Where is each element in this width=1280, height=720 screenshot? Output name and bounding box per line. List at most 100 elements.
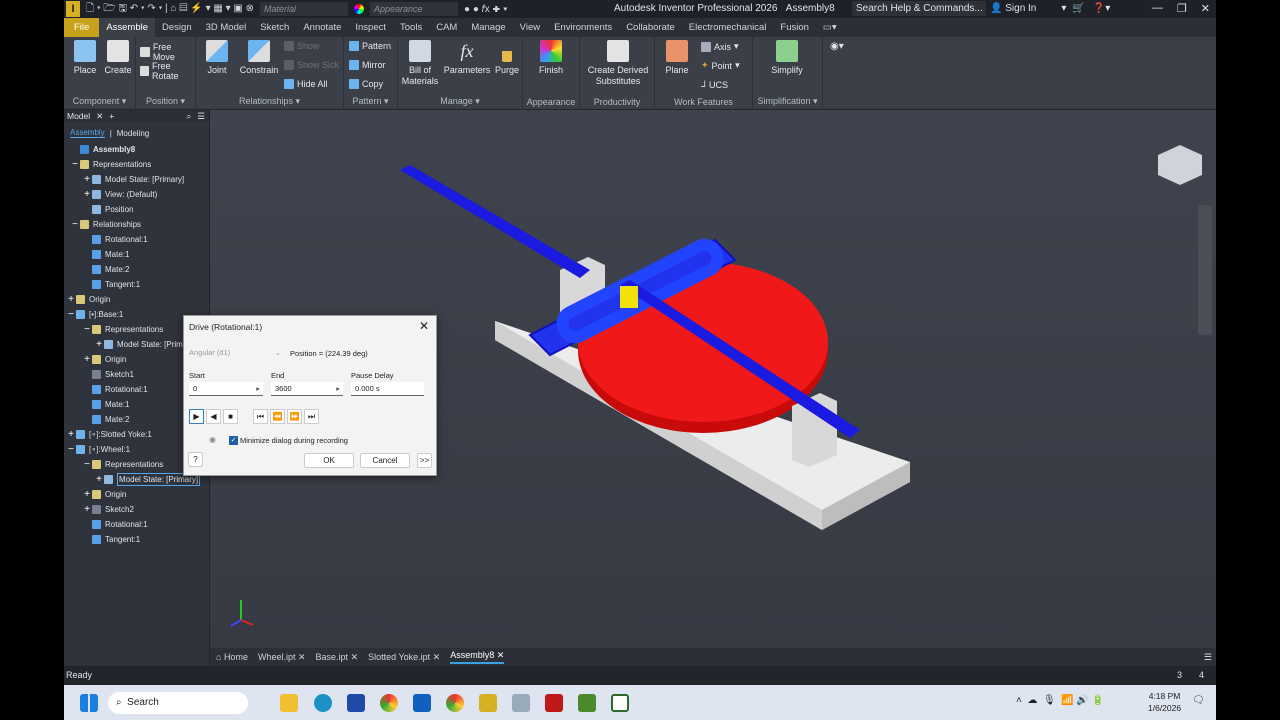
tab-sketch[interactable]: Sketch bbox=[253, 18, 296, 37]
tab-environments[interactable]: Environments bbox=[547, 18, 619, 37]
plane-button[interactable]: Plane bbox=[659, 40, 695, 76]
tree-node[interactable]: + View: (Default) bbox=[64, 187, 209, 202]
pause-delay-input[interactable]: 0.000 s bbox=[351, 382, 424, 396]
tree-node[interactable]: Position bbox=[64, 202, 209, 217]
stop-button[interactable]: ■ bbox=[223, 409, 238, 424]
doc-tab-base[interactable]: Base.ipt ✕ bbox=[316, 652, 359, 663]
record-icon[interactable]: ◉ bbox=[209, 435, 216, 444]
hide-all-button[interactable]: Hide All bbox=[284, 79, 328, 89]
show-button[interactable]: Show bbox=[284, 41, 320, 51]
ribbon-options-icon[interactable]: ◉▾ bbox=[830, 41, 844, 52]
tabs-menu-icon[interactable]: ☰ bbox=[1204, 652, 1212, 663]
expand-toggle[interactable]: − bbox=[66, 442, 76, 457]
system-tray-icons[interactable]: ˄ ☁ 🎙 📶 🔊 🔋 bbox=[1016, 695, 1104, 706]
tab-electromechanical[interactable]: Electromechanical bbox=[682, 18, 774, 37]
camtasia-recorder-icon[interactable] bbox=[611, 694, 629, 712]
mode-assembly[interactable]: Assembly bbox=[70, 128, 105, 138]
expand-toggle[interactable]: + bbox=[82, 502, 92, 517]
close-tab-icon[interactable]: ✕ bbox=[96, 111, 103, 122]
go-to-start-button[interactable]: ⏮ bbox=[253, 409, 268, 424]
create-button[interactable]: Create bbox=[102, 40, 134, 76]
restore-icon[interactable]: ❐ bbox=[1177, 2, 1187, 15]
tab-inspect[interactable]: Inspect bbox=[348, 18, 393, 37]
camtasia-icon[interactable] bbox=[578, 694, 596, 712]
tree-node[interactable]: Assembly8 bbox=[64, 142, 209, 157]
finish-button[interactable]: Finish bbox=[533, 40, 569, 76]
navigation-bar[interactable] bbox=[1198, 205, 1212, 335]
tree-node[interactable]: Rotational:1 bbox=[64, 232, 209, 247]
minimize-checkbox[interactable]: ✓ Minimize dialog during recording bbox=[229, 436, 348, 445]
browser-tab-model[interactable]: Model bbox=[67, 111, 90, 121]
view-cube[interactable] bbox=[1158, 145, 1202, 185]
tab-file[interactable]: File bbox=[64, 18, 100, 37]
mode-modeling[interactable]: Modeling bbox=[117, 129, 149, 138]
tree-node[interactable]: Mate:2 bbox=[64, 262, 209, 277]
close-icon[interactable]: ✕ bbox=[1201, 2, 1210, 15]
tree-node[interactable]: Rotational:1 bbox=[64, 517, 209, 532]
end-input[interactable]: 3600 ▸ bbox=[271, 382, 343, 396]
tab-fusion[interactable]: Fusion bbox=[773, 18, 816, 37]
point-button[interactable]: ✦ Point ▾ bbox=[701, 60, 740, 71]
tab-collaborate[interactable]: Collaborate bbox=[619, 18, 682, 37]
place-button[interactable]: Place bbox=[68, 40, 102, 76]
show-sick-button[interactable]: Show Sick bbox=[284, 60, 339, 70]
tab-assemble[interactable]: Assemble bbox=[99, 18, 156, 37]
panel-label[interactable]: Relationships ▾ bbox=[196, 96, 343, 107]
cancel-button[interactable]: Cancel bbox=[360, 453, 410, 468]
tree-node[interactable]: + Origin bbox=[64, 487, 209, 502]
taskbar-search[interactable]: ⌕ Search bbox=[108, 692, 248, 714]
chrome-icon[interactable] bbox=[380, 694, 398, 712]
ok-button[interactable]: OK bbox=[304, 453, 354, 468]
panel-label[interactable]: Component ▾ bbox=[64, 96, 135, 107]
tree-node[interactable]: + Sketch2 bbox=[64, 502, 209, 517]
tab-view[interactable]: View bbox=[513, 18, 547, 37]
tab-design[interactable]: Design bbox=[155, 18, 199, 37]
play-reverse-button[interactable]: ◀ bbox=[206, 409, 221, 424]
mirror-button[interactable]: Mirror bbox=[349, 60, 386, 70]
tab-tools[interactable]: Tools bbox=[393, 18, 429, 37]
pattern-button[interactable]: Pattern bbox=[349, 41, 391, 51]
doc-tab-slotted-yoke[interactable]: Slotted Yoke.ipt ✕ bbox=[368, 652, 440, 663]
tree-node[interactable]: − Relationships bbox=[64, 217, 209, 232]
tree-node[interactable]: + Model State: [Primary] bbox=[64, 172, 209, 187]
acrobat-icon[interactable] bbox=[545, 694, 563, 712]
expand-toggle[interactable]: − bbox=[66, 307, 76, 322]
minimize-icon[interactable]: — bbox=[1152, 2, 1163, 15]
outlook-icon[interactable] bbox=[413, 694, 431, 712]
store-icon[interactable] bbox=[347, 694, 365, 712]
expand-toggle[interactable]: + bbox=[82, 172, 92, 187]
panel-label[interactable]: Manage ▾ bbox=[398, 96, 522, 107]
play-forward-button[interactable]: ▶ bbox=[189, 409, 204, 424]
doc-tab-home[interactable]: ⌂ Home bbox=[216, 652, 248, 662]
inventor-taskbar-icon[interactable] bbox=[479, 694, 497, 712]
expand-toggle[interactable]: + bbox=[94, 472, 104, 487]
tab-cam[interactable]: CAM bbox=[429, 18, 464, 37]
clock[interactable]: 4:18 PM 1/6/2026 bbox=[1148, 690, 1181, 714]
add-tab-icon[interactable]: + bbox=[109, 111, 114, 121]
menu-icon[interactable]: ☰ bbox=[197, 111, 205, 122]
close-icon[interactable]: ✕ bbox=[419, 319, 429, 333]
help-icon[interactable]: ❓▾ bbox=[1093, 3, 1110, 14]
purge-button[interactable]: Purge bbox=[492, 40, 522, 76]
file-explorer-icon[interactable] bbox=[280, 694, 298, 712]
bom-button[interactable]: Bill of Materials bbox=[400, 40, 440, 87]
free-rotate-button[interactable]: Free Rotate bbox=[140, 61, 195, 81]
notifications-icon[interactable]: 🗨 bbox=[1192, 695, 1205, 706]
expand-toggle[interactable]: + bbox=[94, 337, 104, 352]
search-help-input[interactable]: Search Help & Commands... bbox=[852, 1, 986, 16]
start-input[interactable]: 0 ▸ bbox=[189, 382, 263, 396]
tree-node[interactable]: − Representations bbox=[64, 157, 209, 172]
simplify-button[interactable]: Simplify bbox=[763, 40, 811, 76]
copy-button[interactable]: Copy bbox=[349, 79, 383, 89]
expand-toggle[interactable]: − bbox=[82, 322, 92, 337]
step-back-button[interactable]: ⏪ bbox=[270, 409, 285, 424]
expand-toggle[interactable]: − bbox=[82, 457, 92, 472]
snipping-tool-icon[interactable] bbox=[512, 694, 530, 712]
ucs-button[interactable]: ⅃ UCS bbox=[701, 79, 728, 90]
doc-tab-assembly8[interactable]: Assembly8 ✕ bbox=[450, 650, 505, 664]
drive-type-select[interactable]: Angular (d1) ⌄ bbox=[189, 348, 281, 357]
chrome-profile-icon[interactable] bbox=[446, 694, 464, 712]
sign-in-button[interactable]: 👤 Sign In ▾ 🛒 ❓▾ bbox=[990, 3, 1110, 14]
panel-label[interactable]: Simplification ▾ bbox=[753, 96, 822, 107]
panel-label[interactable]: Position ▾ bbox=[136, 96, 195, 107]
